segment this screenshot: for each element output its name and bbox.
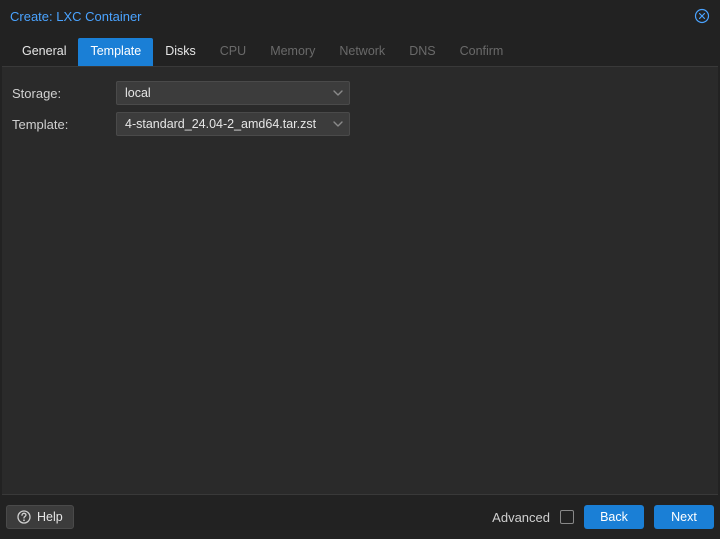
storage-select[interactable]: local <box>116 81 350 105</box>
next-button[interactable]: Next <box>654 505 714 529</box>
chevron-down-icon[interactable] <box>331 117 345 131</box>
help-button[interactable]: Help <box>6 505 74 529</box>
wizard-panel-template: Storage: local Template: 4-standard_24.0… <box>2 66 718 495</box>
tab-dns: DNS <box>397 38 447 66</box>
tab-disks[interactable]: Disks <box>153 38 208 66</box>
tab-general[interactable]: General <box>10 38 78 66</box>
template-select-value: 4-standard_24.04-2_amd64.tar.zst <box>125 117 316 131</box>
advanced-checkbox[interactable] <box>560 510 574 524</box>
label-storage: Storage: <box>12 86 116 101</box>
footer-left: Help <box>6 505 74 529</box>
tab-network: Network <box>327 38 397 66</box>
footer-right: Advanced Back Next <box>492 505 714 529</box>
help-icon <box>17 510 31 524</box>
help-button-label: Help <box>37 510 63 524</box>
titlebar: Create: LXC Container <box>0 0 720 32</box>
wizard-tabs: General Template Disks CPU Memory Networ… <box>0 32 720 66</box>
label-template: Template: <box>12 117 116 132</box>
back-button[interactable]: Back <box>584 505 644 529</box>
template-select[interactable]: 4-standard_24.04-2_amd64.tar.zst <box>116 112 350 136</box>
dialog-window: Create: LXC Container General Template D… <box>0 0 720 539</box>
tab-confirm: Confirm <box>448 38 516 66</box>
dialog-title: Create: LXC Container <box>10 9 142 24</box>
dialog-footer: Help Advanced Back Next <box>0 495 720 539</box>
storage-select-value: local <box>125 86 151 100</box>
tab-template[interactable]: Template <box>78 38 153 66</box>
advanced-label: Advanced <box>492 510 550 525</box>
tab-cpu: CPU <box>208 38 258 66</box>
chevron-down-icon[interactable] <box>331 86 345 100</box>
close-icon[interactable] <box>694 8 710 24</box>
row-storage: Storage: local <box>12 81 708 105</box>
row-template: Template: 4-standard_24.04-2_amd64.tar.z… <box>12 112 708 136</box>
tab-memory: Memory <box>258 38 327 66</box>
